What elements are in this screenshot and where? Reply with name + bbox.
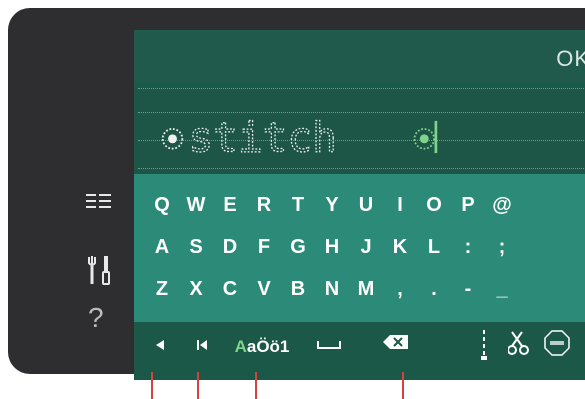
help-icon[interactable]: ? [88,302,112,334]
bottom-toolbar: AaÖö1 [134,322,585,380]
ok-label: OK [556,46,585,71]
key[interactable]: I [386,190,414,220]
key[interactable]: W [182,190,210,220]
guide-line [138,88,585,89]
tools-icon[interactable] [84,254,114,288]
skip-to-start-icon[interactable] [190,330,214,364]
key[interactable]: N [318,274,346,304]
key[interactable]: _ [488,274,516,304]
key[interactable]: : [454,232,482,262]
key[interactable]: S [182,232,210,262]
key[interactable]: K [386,232,414,262]
stitch-text: stitch [189,113,337,161]
top-bar: OK [134,30,585,82]
key[interactable]: J [352,232,380,262]
key[interactable]: , [386,274,414,304]
help-label: ? [88,302,104,333]
key[interactable]: V [250,274,278,304]
callout-line [151,372,153,399]
space-icon[interactable] [312,330,346,364]
key[interactable]: G [284,232,312,262]
callout-line [197,372,199,399]
screen: OK stitch Q W E R T Y U I O P @ A S D F … [134,30,585,380]
key[interactable]: ; [488,232,516,262]
stitch-start-mark [161,128,184,150]
key[interactable]: @ [488,190,516,220]
callout-line [402,372,404,399]
list-menu-icon[interactable] [84,192,114,212]
key[interactable]: - [454,274,482,304]
charset-label: AaÖö1 [234,337,290,356]
needle-icon[interactable] [474,330,494,364]
charset-button[interactable]: AaÖö1 [230,330,294,364]
key[interactable]: C [216,274,244,304]
cursor-mark [413,120,438,154]
scissors-icon[interactable] [506,330,536,364]
key[interactable]: O [420,190,448,220]
stitch-text-preview: stitch [161,113,438,162]
key[interactable]: L [420,232,448,262]
key[interactable]: H [318,232,346,262]
key[interactable]: . [420,274,448,304]
key[interactable]: Z [148,274,176,304]
callout-line [255,372,257,399]
backspace-icon[interactable] [376,330,416,364]
key[interactable]: E [216,190,244,220]
device-frame: ? OK stitch Q W E R T Y U I O P @ A S D … [8,8,585,380]
key[interactable]: F [250,232,278,262]
key[interactable]: U [352,190,380,220]
key[interactable]: X [182,274,210,304]
text-input-field[interactable]: stitch [134,88,585,174]
guide-line [138,168,585,169]
key[interactable]: M [352,274,380,304]
stop-icon[interactable] [542,330,572,364]
key[interactable]: D [216,232,244,262]
arrow-left-icon[interactable] [148,330,172,364]
key[interactable]: B [284,274,312,304]
keyboard: Q W E R T Y U I O P @ A S D F G H J K L:; Z X C V B N M,. - _ [134,174,585,322]
key[interactable]: A [148,232,176,262]
key[interactable]: T [284,190,312,220]
key[interactable]: R [250,190,278,220]
key[interactable]: P [454,190,482,220]
key[interactable]: Q [148,190,176,220]
key[interactable]: Y [318,190,346,220]
ok-button[interactable]: OK [556,46,585,72]
